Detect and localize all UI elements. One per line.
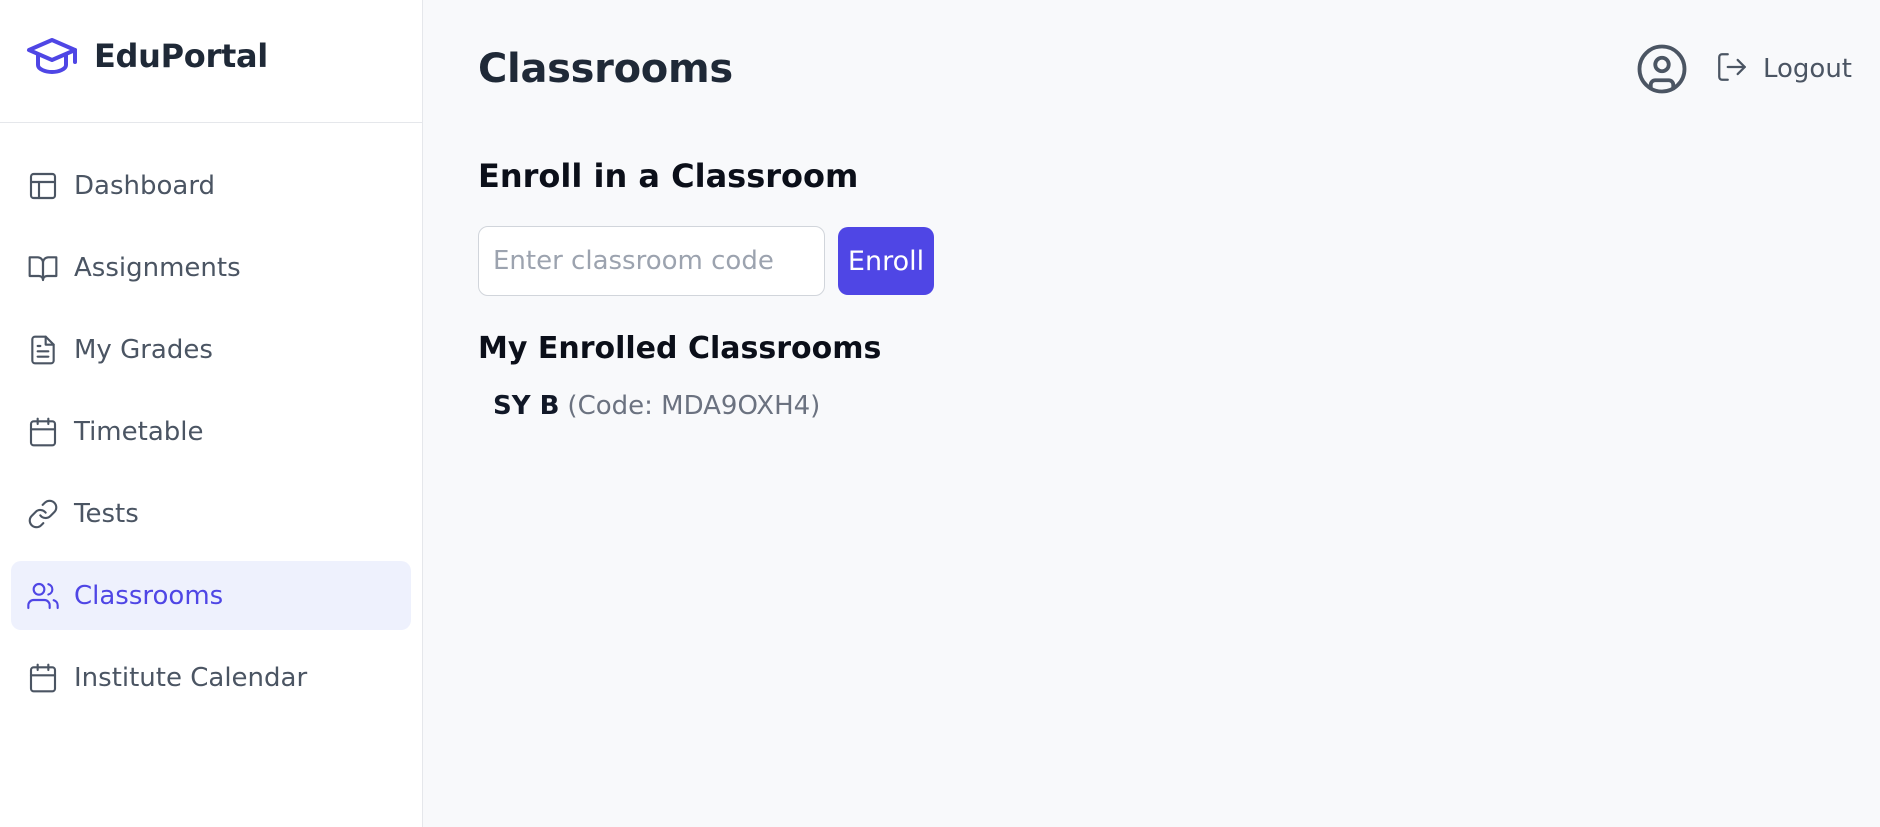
enroll-button[interactable]: Enroll bbox=[838, 227, 934, 295]
sidebar-item-label: Dashboard bbox=[74, 170, 216, 201]
sidebar-item-label: Tests bbox=[74, 498, 139, 529]
sidebar-item-institute-calendar[interactable]: Institute Calendar bbox=[11, 643, 411, 712]
sidebar-item-tests[interactable]: Tests bbox=[11, 479, 411, 548]
log-out-icon bbox=[1715, 50, 1749, 88]
enrolled-classroom-list: SY B (Code: MDA9OXH4) bbox=[493, 391, 820, 421]
book-open-icon bbox=[26, 251, 60, 285]
user-circle-icon[interactable] bbox=[1635, 42, 1689, 96]
page-title: Classrooms bbox=[478, 46, 733, 92]
brand-header: EduPortal bbox=[0, 0, 422, 123]
enrolled-heading: My Enrolled Classrooms bbox=[478, 331, 882, 366]
graduation-cap-icon bbox=[26, 36, 78, 76]
sidebar-item-label: Timetable bbox=[74, 416, 204, 447]
file-text-icon bbox=[26, 333, 60, 367]
sidebar-item-dashboard[interactable]: Dashboard bbox=[11, 151, 411, 220]
sidebar-item-assignments[interactable]: Assignments bbox=[11, 233, 411, 302]
link-icon bbox=[26, 497, 60, 531]
sidebar-item-timetable[interactable]: Timetable bbox=[11, 397, 411, 466]
classroom-code-input[interactable] bbox=[478, 226, 825, 296]
classroom-name: SY B bbox=[493, 391, 560, 421]
main-content: Classrooms Logout Enroll in a Classroom … bbox=[423, 0, 1880, 827]
sidebar: EduPortal Dashboard Assignments My Grade… bbox=[0, 0, 423, 827]
header-actions: Logout bbox=[1635, 42, 1852, 96]
users-icon bbox=[26, 579, 60, 613]
enroll-form: Enroll bbox=[478, 226, 934, 296]
logout-label: Logout bbox=[1762, 54, 1852, 84]
calendar-icon bbox=[26, 415, 60, 449]
list-item: SY B (Code: MDA9OXH4) bbox=[493, 391, 820, 421]
sidebar-item-label: Institute Calendar bbox=[74, 662, 308, 693]
app-root: EduPortal Dashboard Assignments My Grade… bbox=[0, 0, 1880, 827]
sidebar-nav: Dashboard Assignments My Grades Timetabl… bbox=[0, 123, 422, 712]
sidebar-item-classrooms[interactable]: Classrooms bbox=[11, 561, 411, 630]
enroll-heading: Enroll in a Classroom bbox=[478, 157, 859, 195]
sidebar-item-label: Classrooms bbox=[74, 580, 224, 611]
sidebar-item-my-grades[interactable]: My Grades bbox=[11, 315, 411, 384]
logout-button[interactable]: Logout bbox=[1715, 50, 1852, 88]
classroom-code: (Code: MDA9OXH4) bbox=[567, 391, 821, 421]
calendar-icon bbox=[26, 661, 60, 695]
sidebar-item-label: Assignments bbox=[74, 252, 241, 283]
sidebar-item-label: My Grades bbox=[74, 334, 213, 365]
brand-name: EduPortal bbox=[94, 37, 268, 75]
layout-icon bbox=[26, 169, 60, 203]
